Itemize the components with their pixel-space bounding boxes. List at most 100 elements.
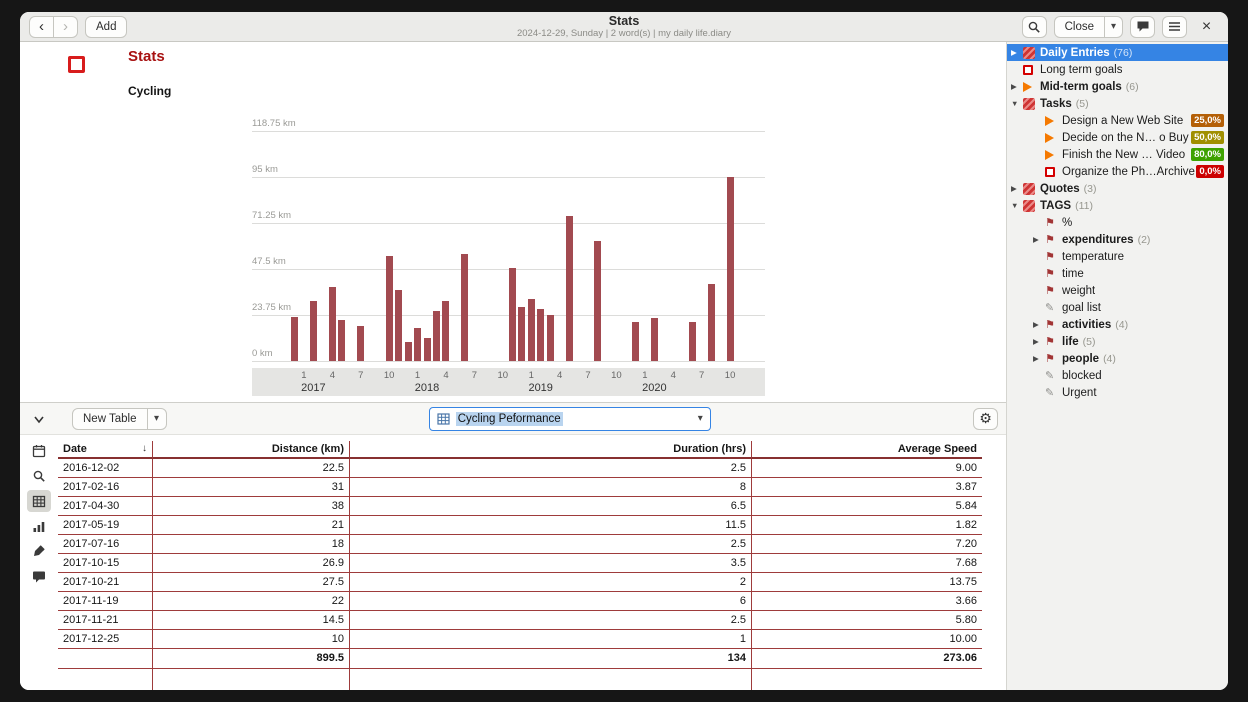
table-cell[interactable]: 2017-10-21 — [58, 573, 153, 592]
table-cell[interactable]: 11.5 — [350, 516, 752, 535]
add-button[interactable]: Add — [85, 16, 127, 38]
table-cell[interactable]: 2017-12-25 — [58, 630, 153, 649]
table-view-button[interactable] — [27, 490, 51, 512]
chart-bar — [547, 315, 554, 361]
table-cell[interactable]: 13.75 — [752, 573, 982, 592]
table-cell[interactable]: 27.5 — [153, 573, 350, 592]
tree-item-design-a-new-web-site[interactable]: Design a New Web Site25,0% — [1007, 112, 1228, 129]
table-cell[interactable]: 10 — [153, 630, 350, 649]
table-cell[interactable]: 7.20 — [752, 535, 982, 554]
table-cell[interactable]: 2.5 — [350, 535, 752, 554]
table-cell[interactable]: 21 — [153, 516, 350, 535]
column-header-distance-km[interactable]: Distance (km) — [153, 441, 350, 459]
tree-item-life[interactable]: ▶⚑life(5) — [1007, 333, 1228, 350]
close-dropdown-button[interactable]: ▾ — [1104, 16, 1123, 38]
table-cell[interactable]: 2017-10-15 — [58, 554, 153, 573]
tree-item-activities[interactable]: ▶⚑activities(4) — [1007, 316, 1228, 333]
expander-icon[interactable]: ▶ — [1033, 354, 1045, 363]
tree-item-daily-entries[interactable]: ▶Daily Entries(76) — [1007, 44, 1228, 61]
table-cell[interactable]: 2016-12-02 — [58, 459, 153, 478]
expander-icon[interactable]: ▶ — [1011, 48, 1023, 57]
tree-item-tasks[interactable]: ▼Tasks(5) — [1007, 95, 1228, 112]
chart-view-button[interactable] — [27, 515, 51, 537]
nav-button-group: ‹ › — [29, 16, 78, 38]
table-cell[interactable]: 2.5 — [350, 611, 752, 630]
table-cell[interactable]: 3.5 — [350, 554, 752, 573]
table-cell[interactable]: 5.80 — [752, 611, 982, 630]
expander-icon[interactable]: ▼ — [1011, 99, 1023, 108]
tree-item-long-term-goals[interactable]: Long term goals — [1007, 61, 1228, 78]
tree-item-blocked[interactable]: ✎blocked — [1007, 367, 1228, 384]
theme-view-button[interactable] — [27, 540, 51, 562]
column-header-duration-hrs[interactable]: Duration (hrs) — [350, 441, 752, 459]
tree-item-finish-the-new-video[interactable]: Finish the New … Video80,0% — [1007, 146, 1228, 163]
collapse-panel-button[interactable] — [28, 408, 50, 430]
forward-button[interactable]: › — [53, 16, 78, 38]
 — [1023, 82, 1032, 92]
menu-button[interactable] — [1162, 16, 1187, 38]
window-close-button[interactable]: × — [1194, 16, 1219, 38]
table-settings-button[interactable]: ⚙ — [973, 408, 998, 430]
table-cell[interactable]: 1.82 — [752, 516, 982, 535]
table-cell[interactable]: 22 — [153, 592, 350, 611]
expander-icon[interactable]: ▶ — [1011, 82, 1023, 91]
close-entry-button[interactable]: Close — [1054, 16, 1105, 38]
expander-icon[interactable]: ▶ — [1011, 184, 1023, 193]
tree-item-urgent[interactable]: ✎Urgent — [1007, 384, 1228, 401]
tree-item-time[interactable]: ⚑time — [1007, 265, 1228, 282]
tree-item-decide-on-the-n-o-buy[interactable]: Decide on the N… o Buy50,0% — [1007, 129, 1228, 146]
tree-item-tags[interactable]: ▼TAGS(11) — [1007, 197, 1228, 214]
table-selector-combo[interactable]: Cycling Peformance ▾ — [429, 407, 711, 431]
expander-icon[interactable]: ▶ — [1033, 320, 1045, 329]
tree-item-temperature[interactable]: ⚑temperature — [1007, 248, 1228, 265]
table-cell[interactable]: 22.5 — [153, 459, 350, 478]
tree-item-goal-list[interactable]: ✎goal list — [1007, 299, 1228, 316]
tree-item-%[interactable]: ⚑% — [1007, 214, 1228, 231]
 — [1023, 98, 1035, 110]
table-cell[interactable]: 2017-07-16 — [58, 535, 153, 554]
table-cell[interactable]: 9.00 — [752, 459, 982, 478]
table-cell[interactable]: 2017-02-16 — [58, 478, 153, 497]
tree-item-organize-the-ph-archive[interactable]: Organize the Ph…Archive0,0% — [1007, 163, 1228, 180]
table-cell[interactable]: 31 — [153, 478, 350, 497]
table-cell[interactable]: 5.84 — [752, 497, 982, 516]
table-cell[interactable]: 18 — [153, 535, 350, 554]
new-table-dropdown-button[interactable]: ▾ — [147, 408, 167, 430]
tree-item-quotes[interactable]: ▶Quotes(3) — [1007, 180, 1228, 197]
table-cell[interactable]: 2017-05-19 — [58, 516, 153, 535]
table-cell[interactable]: 2017-11-19 — [58, 592, 153, 611]
calendar-view-button[interactable] — [27, 440, 51, 462]
table-cell[interactable]: 14.5 — [153, 611, 350, 630]
annotation-view-button[interactable] — [27, 565, 51, 587]
table-cell[interactable]: 2017-11-21 — [58, 611, 153, 630]
expander-icon[interactable]: ▶ — [1033, 337, 1045, 346]
tree-item-expenditures[interactable]: ▶⚑expenditures(2) — [1007, 231, 1228, 248]
tree-item-label: life — [1062, 336, 1079, 348]
back-button[interactable]: ‹ — [29, 16, 54, 38]
expander-icon[interactable]: ▶ — [1033, 235, 1045, 244]
table-cell[interactable]: 7.68 — [752, 554, 982, 573]
table-cell[interactable]: 8 — [350, 478, 752, 497]
table-cell[interactable]: 38 — [153, 497, 350, 516]
table-cell[interactable]: 6.5 — [350, 497, 752, 516]
table-cell[interactable]: 3.66 — [752, 592, 982, 611]
tree-item-weight[interactable]: ⚑weight — [1007, 282, 1228, 299]
column-header-average-speed[interactable]: Average Speed — [752, 441, 982, 459]
table-cell[interactable]: 2 — [350, 573, 752, 592]
table-cell[interactable]: 3.87 — [752, 478, 982, 497]
table-cell[interactable]: 1 — [350, 630, 752, 649]
table-cell[interactable]: 26.9 — [153, 554, 350, 573]
table-cell[interactable]: 2017-04-30 — [58, 497, 153, 516]
expander-icon[interactable]: ▼ — [1011, 201, 1023, 210]
paintbrush-icon — [32, 544, 46, 558]
tree-item-mid-term-goals[interactable]: ▶Mid-term goals(6) — [1007, 78, 1228, 95]
table-cell[interactable]: 2.5 — [350, 459, 752, 478]
search-view-button[interactable] — [27, 465, 51, 487]
tree-item-people[interactable]: ▶⚑people(4) — [1007, 350, 1228, 367]
column-header-date[interactable]: Date↓ — [58, 441, 153, 459]
new-table-button[interactable]: New Table — [72, 408, 148, 430]
table-cell[interactable]: 6 — [350, 592, 752, 611]
search-button[interactable] — [1022, 16, 1047, 38]
comment-button[interactable] — [1130, 16, 1155, 38]
table-cell[interactable]: 10.00 — [752, 630, 982, 649]
